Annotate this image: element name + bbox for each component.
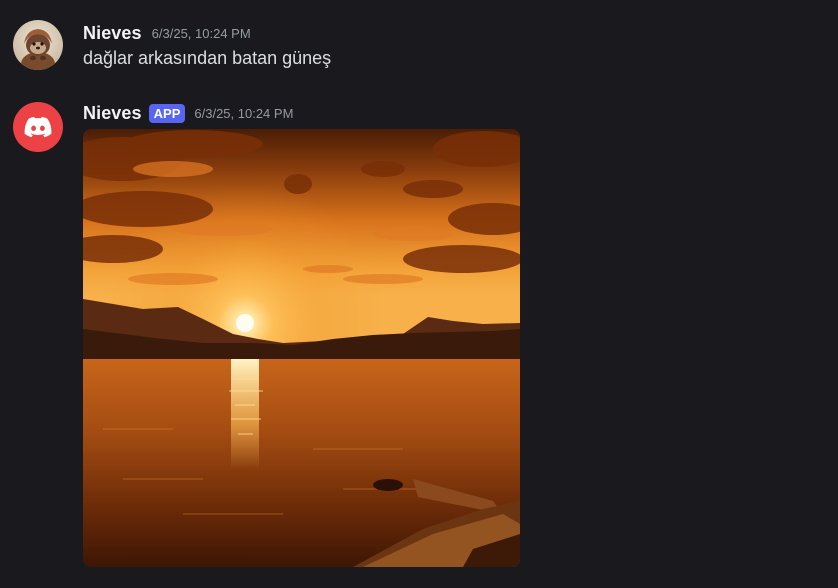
chat-messages: Nieves 6/3/25, 10:24 PM dağlar arkasında… xyxy=(0,0,838,588)
message-timestamp[interactable]: 6/3/25, 10:24 PM xyxy=(194,106,293,121)
message-text: dağlar arkasından batan güneş xyxy=(83,48,332,68)
app-badge: APP xyxy=(148,103,186,123)
otter-avatar-icon xyxy=(13,20,63,70)
user-avatar[interactable] xyxy=(13,20,63,70)
discord-logo-icon xyxy=(24,116,52,138)
author-name[interactable]: Nieves xyxy=(83,103,142,124)
message-header: Nieves APP 6/3/25, 10:24 PM xyxy=(83,102,293,124)
bot-avatar[interactable] xyxy=(13,102,63,152)
image-attachment[interactable] xyxy=(83,129,520,567)
message-timestamp[interactable]: 6/3/25, 10:24 PM xyxy=(152,26,251,41)
sunset-image-icon xyxy=(83,129,520,567)
author-name[interactable]: Nieves xyxy=(83,23,142,44)
message-header: Nieves 6/3/25, 10:24 PM xyxy=(83,22,251,44)
